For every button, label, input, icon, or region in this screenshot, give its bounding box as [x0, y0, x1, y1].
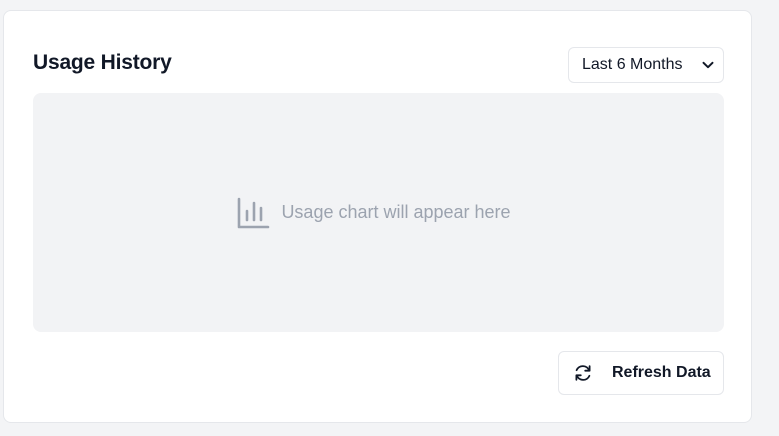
- time-range-selected-value: Last 6 Months: [582, 56, 683, 73]
- chevron-down-icon: [701, 58, 715, 72]
- refresh-data-label: Refresh Data: [612, 364, 711, 381]
- bar-chart-icon: [236, 196, 270, 230]
- refresh-icon: [573, 363, 593, 383]
- chart-placeholder-text: Usage chart will appear here: [281, 202, 511, 222]
- usage-history-card: Usage History Last 6 Months Usage chart …: [3, 10, 752, 423]
- usage-chart-area: Usage chart will appear here: [33, 93, 724, 332]
- refresh-data-button[interactable]: Refresh Data: [558, 351, 724, 395]
- card-title: Usage History: [33, 51, 172, 74]
- chart-placeholder: Usage chart will appear here: [236, 196, 511, 230]
- time-range-select[interactable]: Last 6 Months: [568, 47, 724, 83]
